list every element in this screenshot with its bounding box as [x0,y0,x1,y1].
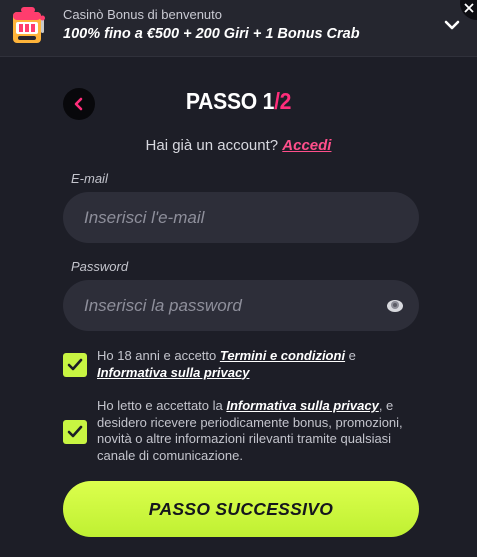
banner-title: 100% fino a €500 + 200 Giri + 1 Bonus Cr… [63,26,360,42]
terms-text-mid: e [345,348,356,363]
password-label: Password [71,259,129,274]
back-button[interactable] [63,88,95,120]
eye-icon[interactable] [386,297,404,315]
marketing-privacy-link[interactable]: Informativa sulla privacy [226,398,378,413]
step-current: 1 [262,88,275,114]
slot-machine-icon [13,7,45,43]
terms-text: Ho 18 anni e accetto Termini e condizion… [97,348,427,381]
checkmark-icon [67,358,83,371]
terms-text-before: Ho 18 anni e accetto [97,348,220,363]
email-input[interactable] [63,192,419,243]
close-icon [464,3,474,13]
marketing-checkbox[interactable] [63,420,87,444]
marketing-text: Ho letto e accettato la Informativa sull… [97,398,427,464]
next-step-button[interactable]: PASSO SUCCESSIVO [63,481,419,537]
step-label: PASSO [185,88,263,114]
login-prompt-text: Hai già un account? [145,137,283,154]
checkmark-icon [67,425,83,438]
login-link[interactable]: Accedi [282,137,331,154]
privacy-link[interactable]: Informativa sulla privacy [97,365,249,380]
chevron-down-icon[interactable] [442,15,462,35]
terms-link[interactable]: Termini e condizioni [220,348,345,363]
banner-subtitle: Casinò Bonus di benvenuto [63,7,223,22]
back-arrow-icon [74,97,83,111]
password-input[interactable] [63,280,419,331]
login-prompt: Hai già un account? Accedi [0,137,477,154]
email-label: E-mail [71,171,108,186]
marketing-text-before: Ho letto e accettato la [97,398,227,413]
bonus-banner[interactable]: Casinò Bonus di benvenuto 100% fino a €5… [0,0,477,57]
step-total: /2 [274,88,292,114]
terms-checkbox[interactable] [63,353,87,377]
